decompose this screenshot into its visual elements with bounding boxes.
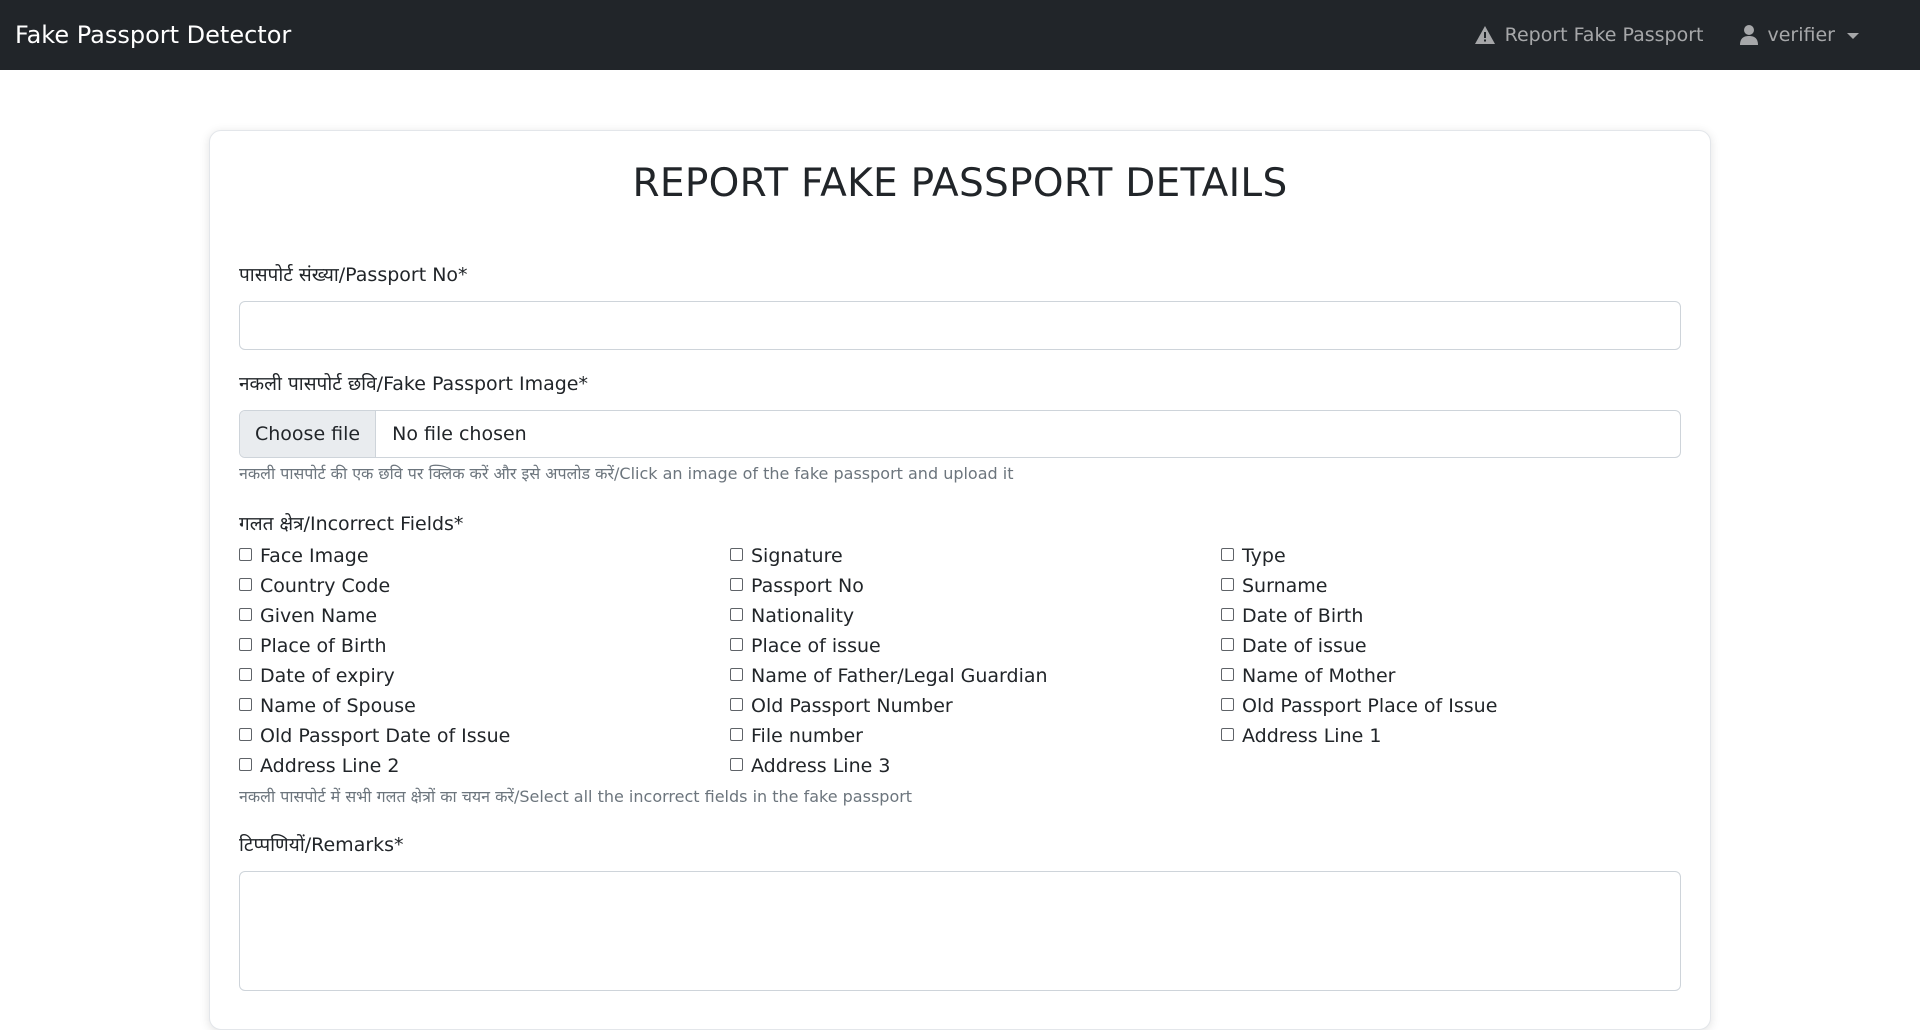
checkbox-box[interactable] xyxy=(1221,697,1234,711)
fields-help-text: नकली पासपोर्ट में सभी गलत क्षेत्रों का च… xyxy=(239,786,913,806)
passport-no-label: पासपोर्ट संख्या/Passport No* xyxy=(239,263,468,286)
report-fake-passport-label: Report Fake Passport xyxy=(1504,24,1704,46)
checkbox-box[interactable] xyxy=(730,577,743,591)
fake-passport-image-input[interactable]: Choose file No file chosen xyxy=(239,409,1681,458)
checkbox-passport-no[interactable]: Passport No xyxy=(730,574,1221,598)
checkbox-nationality[interactable]: Nationality xyxy=(730,604,1221,628)
checkbox-box[interactable] xyxy=(1221,637,1234,651)
checkbox-box[interactable] xyxy=(1221,727,1234,741)
incorrect-fields-checkbox-group: Face Image Signature Type Country Code P… xyxy=(239,544,1681,778)
checkbox-box[interactable] xyxy=(239,577,252,591)
checkbox-signature[interactable]: Signature xyxy=(730,544,1221,568)
checkbox-box[interactable] xyxy=(239,697,252,711)
top-navbar: Fake Passport Detector Report Fake Passp… xyxy=(0,0,1920,70)
checkbox-label: Address Line 2 xyxy=(260,754,400,777)
checkbox-label: Place of issue xyxy=(751,634,881,657)
fake-passport-image-label: नकली पासपोर्ट छवि/Fake Passport Image* xyxy=(239,372,588,395)
checkbox-box[interactable] xyxy=(730,697,743,711)
checkbox-box[interactable] xyxy=(239,727,252,741)
checkbox-old-passport-date-of-issue[interactable]: Old Passport Date of Issue xyxy=(239,724,730,748)
checkbox-box[interactable] xyxy=(1221,547,1234,561)
checkbox-box[interactable] xyxy=(730,757,743,771)
checkbox-label: Surname xyxy=(1242,574,1328,597)
choose-file-button[interactable]: Choose file xyxy=(240,410,377,457)
checkbox-surname[interactable]: Surname xyxy=(1221,574,1681,598)
checkbox-box[interactable] xyxy=(239,757,252,771)
checkbox-label: Signature xyxy=(751,544,843,567)
navbar-brand[interactable]: Fake Passport Detector xyxy=(15,23,291,47)
checkbox-box[interactable] xyxy=(239,637,252,651)
file-status-text: No file chosen xyxy=(392,422,527,445)
checkbox-address-line-1[interactable]: Address Line 1 xyxy=(1221,724,1681,748)
checkbox-date-of-issue[interactable]: Date of issue xyxy=(1221,634,1681,658)
checkbox-label: Type xyxy=(1242,544,1286,567)
checkbox-place-of-issue[interactable]: Place of issue xyxy=(730,634,1221,658)
checkbox-label: Old Passport Place of Issue xyxy=(1242,694,1498,717)
checkbox-box[interactable] xyxy=(730,607,743,621)
checkbox-box[interactable] xyxy=(1221,607,1234,621)
checkbox-type[interactable]: Type xyxy=(1221,544,1681,568)
user-menu-label: verifier xyxy=(1767,24,1836,46)
checkbox-label: File number xyxy=(751,724,863,747)
checkbox-label: Passport No xyxy=(751,574,864,597)
navbar-right: Report Fake Passport verifier xyxy=(1474,0,1905,70)
checkbox-label: Country Code xyxy=(260,574,391,597)
checkbox-box[interactable] xyxy=(730,667,743,681)
user-icon xyxy=(1739,25,1758,45)
checkbox-place-of-birth[interactable]: Place of Birth xyxy=(239,634,730,658)
checkbox-box[interactable] xyxy=(239,607,252,621)
checkbox-label: Name of Spouse xyxy=(260,694,416,717)
checkbox-old-passport-place-of-issue[interactable]: Old Passport Place of Issue xyxy=(1221,694,1681,718)
page-title: REPORT FAKE PASSPORT DETAILS xyxy=(632,161,1288,206)
checkbox-label: Address Line 1 xyxy=(1242,724,1382,747)
checkbox-label: Given Name xyxy=(260,604,378,627)
checkbox-name-of-father[interactable]: Name of Father/Legal Guardian xyxy=(730,664,1221,688)
checkbox-box[interactable] xyxy=(730,547,743,561)
checkbox-file-number[interactable]: File number xyxy=(730,724,1221,748)
checkbox-label: Place of Birth xyxy=(260,634,387,657)
remarks-label: टिप्पणियों/Remarks* xyxy=(239,833,404,856)
checkbox-label: Nationality xyxy=(751,604,855,627)
passport-no-input[interactable] xyxy=(239,300,1681,350)
image-help-text: नकली पासपोर्ट की एक छवि पर क्लिक करें और… xyxy=(239,463,1014,483)
checkbox-label: Old Passport Date of Issue xyxy=(260,724,511,747)
checkbox-country-code[interactable]: Country Code xyxy=(239,574,730,598)
checkbox-face-image[interactable]: Face Image xyxy=(239,544,730,568)
checkbox-name-of-spouse[interactable]: Name of Spouse xyxy=(239,694,730,718)
checkbox-label: Name of Mother xyxy=(1242,664,1396,687)
checkbox-given-name[interactable]: Given Name xyxy=(239,604,730,628)
checkbox-address-line-3[interactable]: Address Line 3 xyxy=(730,754,1221,778)
checkbox-box[interactable] xyxy=(730,727,743,741)
checkbox-date-of-expiry[interactable]: Date of expiry xyxy=(239,664,730,688)
checkbox-box[interactable] xyxy=(1221,577,1234,591)
checkbox-label: Name of Father/Legal Guardian xyxy=(751,664,1048,687)
checkbox-label: Address Line 3 xyxy=(751,754,891,777)
incorrect-fields-label: गलत क्षेत्र/Incorrect Fields* xyxy=(239,512,464,535)
checkbox-name-of-mother[interactable]: Name of Mother xyxy=(1221,664,1681,688)
checkbox-label: Face Image xyxy=(260,544,369,567)
checkbox-label: Date of expiry xyxy=(260,664,395,687)
checkbox-label: Old Passport Number xyxy=(751,694,953,717)
checkbox-label: Date of Birth xyxy=(1242,604,1364,627)
checkbox-box[interactable] xyxy=(239,667,252,681)
warning-icon xyxy=(1474,26,1495,44)
report-form-card: REPORT FAKE PASSPORT DETAILS पासपोर्ट सं… xyxy=(209,130,1711,1030)
checkbox-date-of-birth[interactable]: Date of Birth xyxy=(1221,604,1681,628)
report-fake-passport-link[interactable]: Report Fake Passport xyxy=(1474,24,1704,46)
caret-down-icon xyxy=(1847,33,1859,39)
checkbox-box[interactable] xyxy=(730,637,743,651)
user-menu-dropdown[interactable]: verifier xyxy=(1739,24,1859,46)
checkbox-box[interactable] xyxy=(239,547,252,561)
checkbox-address-line-2[interactable]: Address Line 2 xyxy=(239,754,730,778)
remarks-textarea[interactable] xyxy=(239,870,1681,991)
checkbox-box[interactable] xyxy=(1221,667,1234,681)
checkbox-label: Date of issue xyxy=(1242,634,1367,657)
checkbox-old-passport-number[interactable]: Old Passport Number xyxy=(730,694,1221,718)
